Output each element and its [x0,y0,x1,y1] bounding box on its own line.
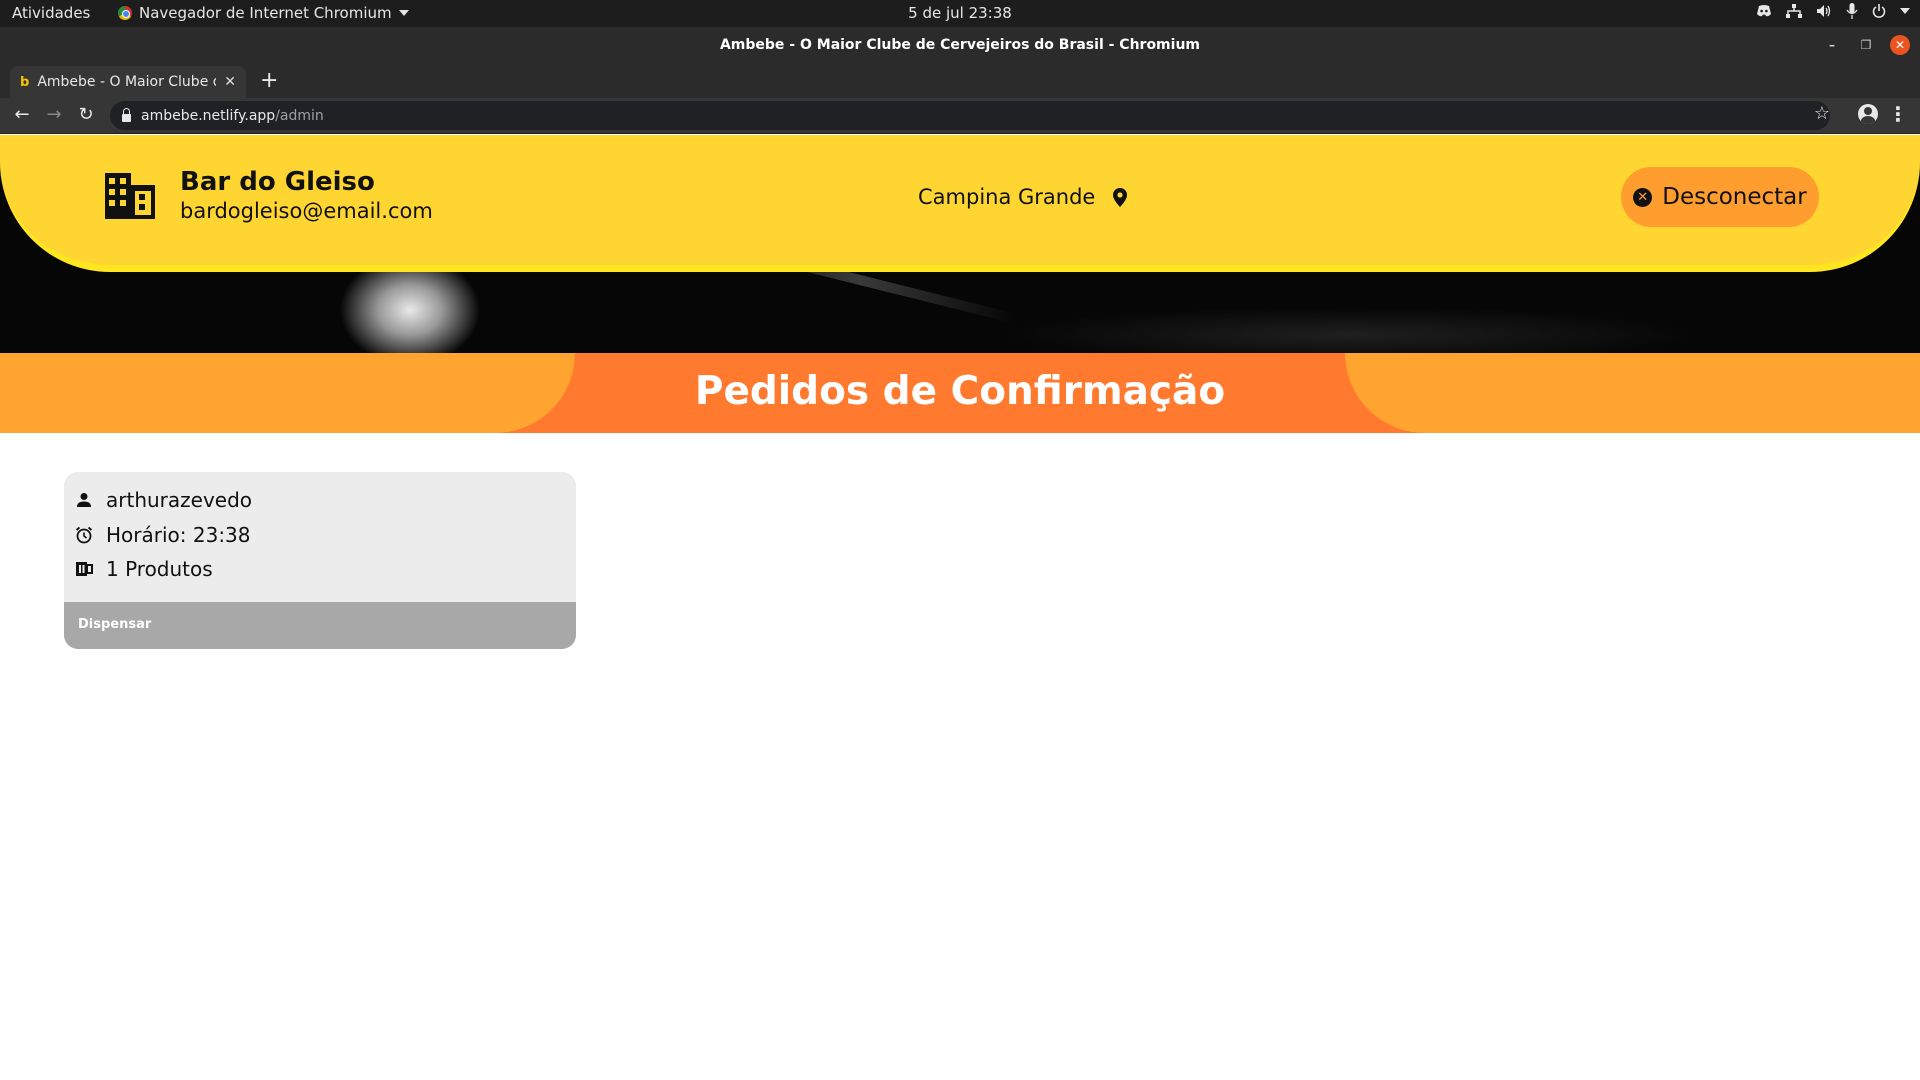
bar-name: Bar do Gleiso [180,167,375,197]
person-icon [74,490,94,510]
logout-label: Desconectar [1662,184,1807,210]
system-menu-chevron-icon[interactable] [1900,8,1910,14]
tab-close-icon[interactable]: ✕ [224,74,236,90]
chromium-icon [118,6,132,20]
url-host: ambebe.netlify.app [141,107,276,124]
power-icon[interactable] [1872,4,1886,18]
chevron-down-icon [398,10,409,16]
beer-mug-icon [74,559,94,579]
url-path: /admin [275,107,324,124]
order-products-row: 1 Produtos [74,557,213,581]
dismiss-button[interactable]: Dispensar [64,602,576,649]
system-tray[interactable] [1756,3,1910,19]
location: Campina Grande [918,185,1128,209]
tab-title: Ambebe - O Maior Clube de Cervejeiros do… [37,74,216,90]
order-products: 1 Produtos [106,557,213,581]
map-pin-icon [1113,187,1128,207]
browser-menu-icon[interactable]: ⋮ [1888,102,1908,126]
browser-tab[interactable]: b Ambebe - O Maior Clube de Cervejeiros … [10,66,246,98]
profile-avatar-icon[interactable] [1858,104,1878,124]
restore-icon[interactable]: ❐ [1856,35,1876,55]
back-arrow-icon[interactable]: ← [10,104,34,125]
app-menu-label: Navegador de Internet Chromium [139,4,392,22]
tab-strip: b Ambebe - O Maior Clube de Cervejeiros … [0,64,1920,98]
address-bar[interactable]: ambebe.netlify.app/admin [110,101,1830,130]
order-time: Horário: 23:38 [106,523,251,547]
bar-email: bardogleiso@email.com [180,199,433,223]
activities-button[interactable]: Atividades [12,4,90,22]
alarm-clock-icon [74,525,94,545]
window-title: Ambebe - O Maior Clube de Cervejeiros do… [719,37,1201,53]
page-content: Bar do Gleiso bardogleiso@email.com Camp… [0,135,1920,1080]
city-label: Campina Grande [918,185,1096,209]
section-title: Pedidos de Confirmação [694,369,1226,414]
logout-button[interactable]: ✕ Desconectar [1621,167,1819,227]
bookmark-star-icon[interactable]: ☆ [1814,103,1830,124]
dismiss-label: Dispensar [78,617,152,632]
app-menu[interactable]: Navegador de Internet Chromium [118,4,409,22]
minimize-icon[interactable]: – [1822,35,1842,55]
favicon-icon: b [20,74,30,90]
window-title-bar: Ambebe - O Maior Clube de Cervejeiros do… [0,27,1920,64]
order-time-row: Horário: 23:38 [74,523,251,547]
reload-icon[interactable]: ↻ [74,104,98,125]
new-tab-icon[interactable]: + [260,70,278,92]
lock-icon[interactable] [122,107,131,122]
order-card: arthurazevedo Horário: 23:38 1 Produtos … [64,472,576,649]
forward-arrow-icon[interactable]: → [42,104,66,125]
order-user-row: arthurazevedo [74,488,252,512]
header-band: Bar do Gleiso bardogleiso@email.com Camp… [0,135,1920,272]
os-top-bar: Atividades Navegador de Internet Chromiu… [0,0,1920,27]
close-circle-icon: ✕ [1633,187,1653,207]
browser-toolbar: ← → ↻ ambebe.netlify.app/admin ☆ ⋮ [0,98,1920,134]
microphone-icon[interactable] [1846,3,1858,19]
close-window-icon[interactable]: ✕ [1890,35,1910,55]
section-header: Pedidos de Confirmação [0,353,1920,433]
building-icon [105,173,155,219]
volume-icon[interactable] [1816,4,1832,18]
discord-icon[interactable] [1756,4,1772,18]
order-username: arthurazevedo [106,488,253,512]
network-icon[interactable] [1786,4,1802,18]
